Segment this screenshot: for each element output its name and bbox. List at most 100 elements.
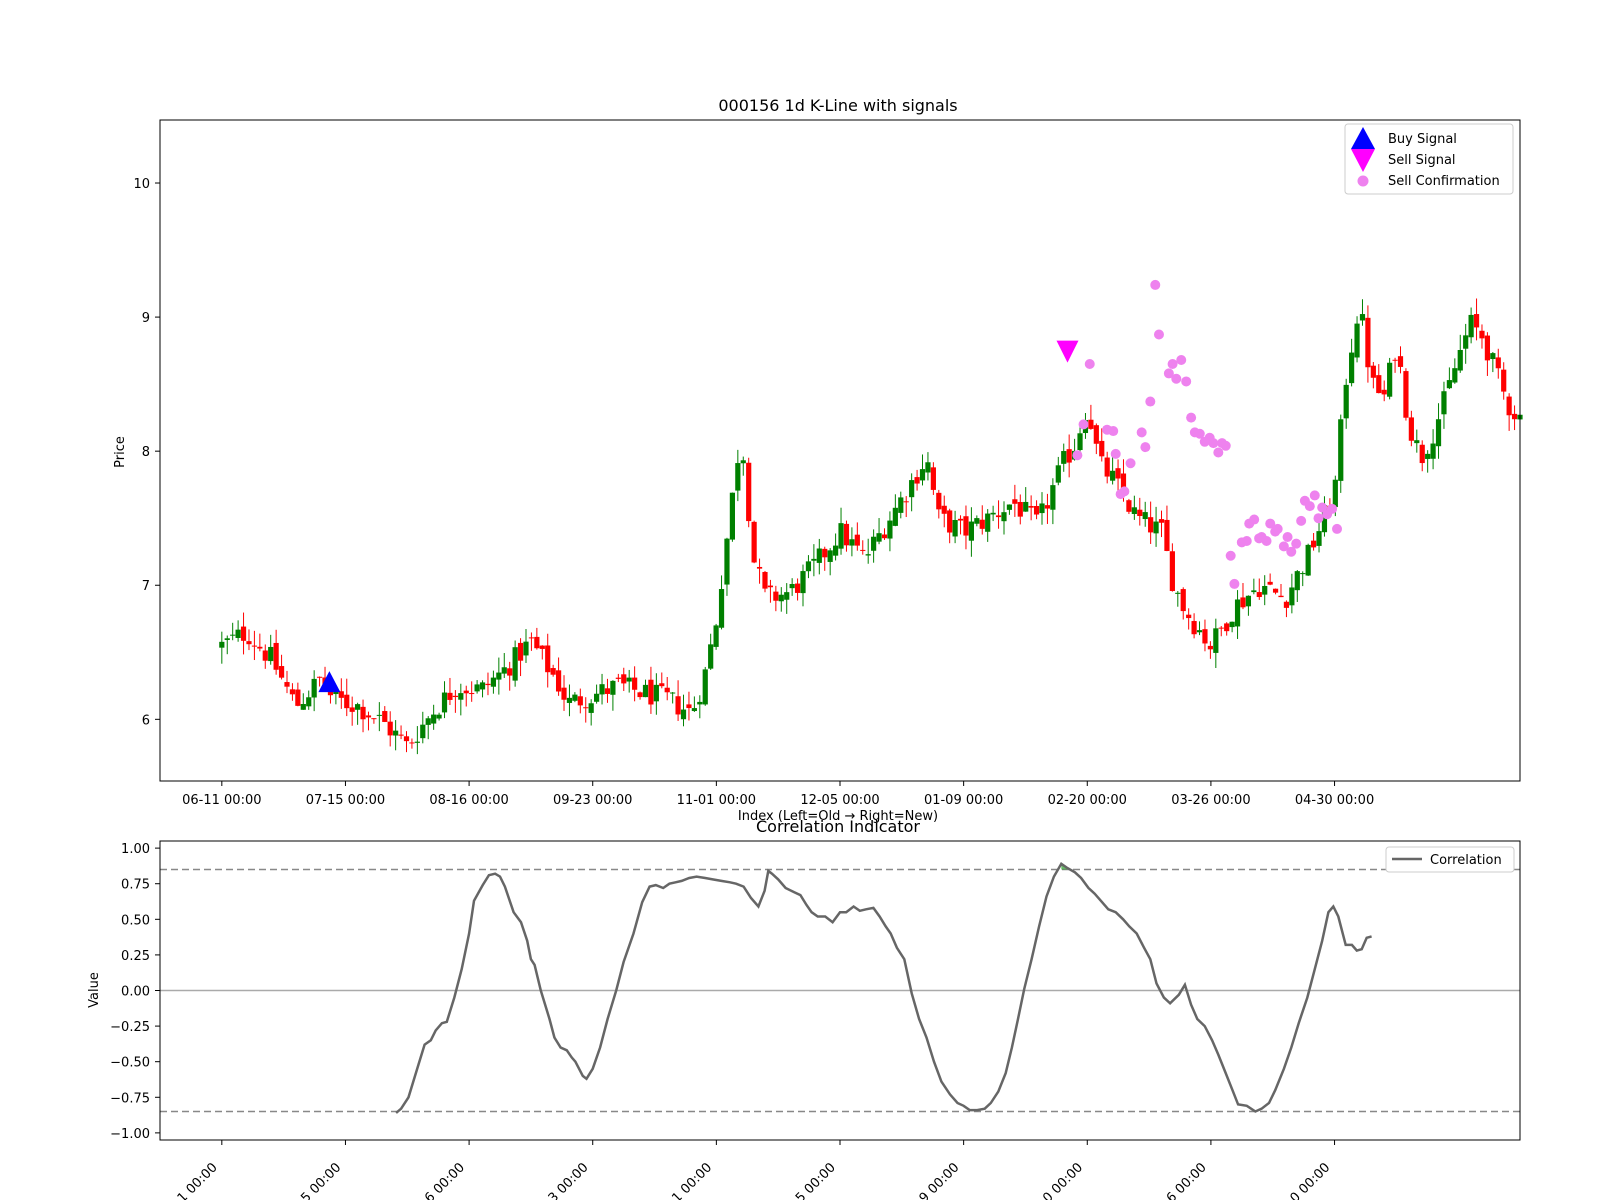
candle-body [507, 668, 513, 676]
candle-body [1234, 599, 1241, 627]
candle-body [1158, 519, 1165, 523]
candle-body [1349, 352, 1355, 384]
candle-body [382, 711, 388, 722]
candle-body [1294, 571, 1300, 591]
correlation-chart: Correlation Indicator 1.00 0.75 0.50 0.25 0.… [87, 817, 1521, 1200]
candle-body [653, 684, 659, 702]
candle-body [479, 682, 486, 690]
candle-body [1408, 417, 1414, 441]
candle-body [431, 714, 437, 724]
candle-body [1039, 503, 1045, 514]
candle-body [833, 545, 839, 556]
candle-body [903, 501, 909, 503]
correlation-y-tick-label: −0.75 [110, 1091, 150, 1106]
candle-body [344, 694, 350, 709]
candle-body [561, 687, 567, 700]
sell-confirmation-marker [1213, 447, 1224, 458]
sell-confirmation-marker [1261, 536, 1272, 547]
sell-confirmation-marker [1119, 486, 1130, 497]
candle-body [1387, 362, 1393, 397]
candle-body [816, 548, 822, 563]
candle-body [268, 646, 274, 662]
candle-body [224, 638, 230, 640]
candle-body [1511, 413, 1518, 420]
candle-body [485, 683, 491, 686]
sell-confirmation-marker [1272, 523, 1283, 534]
candle-body [1153, 521, 1159, 534]
kline-y-tick-label: 7 [142, 579, 150, 594]
sell-signal-legend-label: Sell Signal [1388, 153, 1456, 168]
candle-body [615, 677, 621, 679]
candle-body [1463, 335, 1469, 349]
correlation-legend-label: Correlation [1430, 853, 1502, 868]
candle-body [800, 571, 806, 594]
sell-confirmation-legend-label: Sell Confirmation [1388, 174, 1500, 189]
candle-body [718, 589, 725, 628]
kline-y-tick-label: 6 [142, 713, 150, 728]
sell-confirmation-marker [1078, 419, 1089, 430]
candle-body [1365, 317, 1371, 368]
candle-body [751, 521, 757, 563]
candle-body [898, 497, 904, 513]
sell-confirmation-marker [1282, 531, 1293, 542]
candle-body [930, 467, 936, 490]
kline-x-tick-label: 12-05 00:00 [800, 793, 879, 808]
candle-body [1169, 551, 1175, 591]
candle-body [963, 516, 969, 536]
candle-body [881, 534, 888, 539]
correlation-title: Correlation Indicator [756, 817, 920, 836]
candle-body [1262, 585, 1268, 595]
candle-body [621, 674, 627, 684]
correlation-y-tick-label: 1.00 [121, 842, 150, 857]
candle-body [1180, 589, 1186, 612]
kline-ticks: 6 7 8 9 10 06-11 00:00 07-15 00:00 08-16 00:00 0… [133, 177, 1374, 808]
candle-body [523, 641, 529, 656]
kline-x-tick-label: 03-26 00:00 [1171, 793, 1250, 808]
sell-confirmation-marker [1296, 515, 1307, 526]
candle-body [463, 690, 469, 694]
kline-x-tick-label: 09-23 00:00 [553, 793, 632, 808]
correlation-y-tick-label: 0.25 [121, 949, 150, 964]
candle-body [974, 518, 980, 524]
correlation-x-tick-label: 0 00:00 [1288, 1160, 1334, 1200]
candle-body [1126, 500, 1132, 512]
candle-body [1001, 512, 1007, 522]
candle-body [1093, 425, 1099, 444]
candle-body [338, 691, 344, 698]
candle-body [1088, 419, 1094, 429]
candle-body [316, 676, 323, 678]
candle-body [1310, 540, 1317, 548]
candle-body [990, 512, 996, 515]
kline-y-tick-label: 10 [133, 177, 150, 192]
kline-y-tick-label: 9 [142, 311, 150, 326]
candle-body [822, 548, 828, 558]
candle-body [1229, 621, 1235, 628]
candle-body [784, 592, 790, 600]
sell-confirmation-marker [1313, 513, 1324, 524]
sell-confirmation-marker [1220, 440, 1231, 451]
sell-confirmation-marker [1145, 396, 1156, 407]
candle-body [295, 689, 301, 706]
candle-body [262, 650, 268, 661]
candle-body [360, 706, 366, 720]
sell-confirmation-marker [1241, 536, 1252, 547]
candle-body [1251, 590, 1257, 593]
candle-body [284, 682, 290, 687]
correlation-y-tick-label: 0.75 [121, 878, 150, 893]
candle-body [436, 714, 442, 719]
candle-body [637, 692, 643, 698]
candle-body [838, 523, 844, 549]
kline-x-tick-label: 02-20 00:00 [1048, 793, 1127, 808]
candle-body [773, 591, 779, 601]
candle-body [642, 684, 649, 698]
candle-body [1044, 505, 1051, 509]
candle-body [952, 520, 958, 537]
candle-body [1137, 509, 1143, 517]
buy-signal-legend-label: Buy Signal [1388, 132, 1457, 147]
candle-body [1289, 587, 1295, 606]
candle-body [1490, 353, 1496, 360]
candle-body [555, 670, 562, 692]
candle-body [1425, 453, 1431, 459]
candle-body [909, 480, 915, 498]
candle-body [311, 678, 317, 698]
